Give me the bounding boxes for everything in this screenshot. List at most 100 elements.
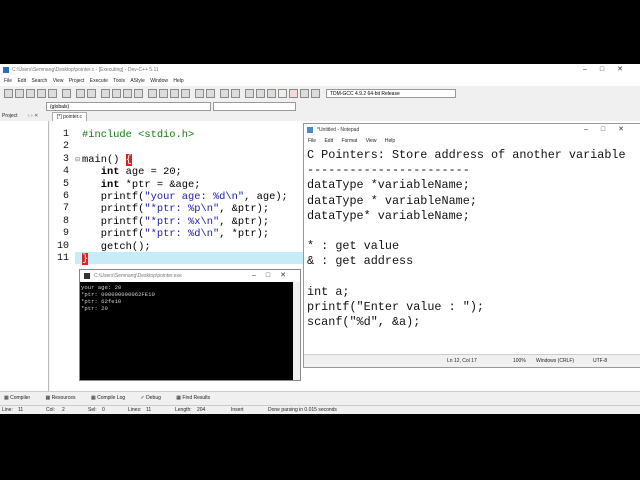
console-line: *ptr: 000000000062FE10	[81, 291, 155, 298]
line-number: 7	[62, 203, 69, 215]
console-titlebar[interactable]: C:\Users\Semnang\Desktop\pointer.exe –□✕	[80, 270, 300, 282]
compile-run-icon[interactable]	[267, 89, 276, 98]
panel-scroll-icon[interactable]: ‹ › ✕	[28, 112, 38, 121]
line-number: 10	[56, 240, 69, 252]
notepad-line: int a;	[307, 284, 350, 299]
status-lines-label: Lines:	[128, 407, 142, 413]
code-line-8: printf("*ptr: %x\n", &ptr);	[82, 215, 270, 228]
tab-find-results[interactable]: ▦ Find Results	[176, 392, 210, 404]
notepad-titlebar[interactable]: *Untitled - Notepad –□✕	[304, 124, 640, 136]
notepad-statusbar: Ln 12, Col 17 100% Windows (CRLF) UTF-8	[304, 354, 640, 367]
code-line-5: int *ptr = &age;	[100, 178, 201, 191]
run-icon[interactable]	[256, 89, 265, 98]
replace-icon[interactable]	[112, 89, 121, 98]
check-icon[interactable]	[278, 89, 287, 98]
console-scrollbar[interactable]	[293, 282, 300, 380]
tab-compiler[interactable]: ▦ Compiler	[4, 392, 30, 404]
toggle-bookmark-icon[interactable]	[220, 89, 229, 98]
tab-debug[interactable]: ✓ Debug	[141, 392, 161, 404]
menu-astyle[interactable]: AStyle	[130, 76, 144, 86]
find-next-icon[interactable]	[123, 89, 132, 98]
console-output: your age: 20 *ptr: 000000000062FE10 *ptr: …	[81, 284, 155, 312]
status-length-label: Length:	[175, 407, 192, 413]
notepad-menu-view[interactable]: View	[366, 136, 377, 147]
project-panel[interactable]	[0, 121, 49, 391]
notepad-menu-file[interactable]: File	[308, 136, 316, 147]
scope-select[interactable]: (globals)	[46, 102, 211, 111]
menu-project[interactable]: Project	[69, 76, 85, 86]
notepad-line: * : get value	[307, 239, 400, 254]
console-window-controls[interactable]: –□✕	[252, 270, 296, 282]
code-line-6: printf("your age: %d\n", age);	[82, 191, 288, 203]
notepad-line: dataType* variableName;	[307, 208, 470, 223]
console-window[interactable]: C:\Users\Semnang\Desktop\pointer.exe –□✕…	[79, 269, 301, 381]
class-icon[interactable]	[181, 89, 190, 98]
tab-project[interactable]: Project	[2, 112, 18, 121]
notepad-line: printf("Enter value : ");	[307, 300, 484, 314]
compile-icon[interactable]	[245, 89, 254, 98]
status-sel: 0	[102, 407, 105, 413]
save-icon[interactable]	[26, 89, 35, 98]
notepad-line	[307, 224, 626, 239]
debug-icon[interactable]	[300, 89, 309, 98]
notepad-menu-edit[interactable]: Edit	[324, 136, 333, 147]
menu-search[interactable]: Search	[31, 76, 47, 86]
member-select[interactable]	[213, 102, 296, 111]
stop-execution-icon[interactable]	[289, 89, 298, 98]
bottom-panel-tabs: ▦ Compiler ▦ Resources ▦ Compile Log ✓ D…	[0, 391, 640, 404]
tab-resources[interactable]: ▦ Resources	[46, 392, 76, 404]
status-lines: 11	[146, 407, 152, 413]
notepad-title: *Untitled - Notepad	[317, 127, 360, 133]
open-icon[interactable]	[15, 89, 24, 98]
menu-execute[interactable]: Execute	[90, 76, 108, 86]
notepad-line: & : get address	[307, 254, 414, 269]
notepad-window-controls[interactable]: –□✕	[584, 124, 637, 136]
save-all-icon[interactable]	[37, 89, 46, 98]
indent-icon[interactable]	[195, 89, 204, 98]
compiler-select[interactable]: TDM-GCC 4.9.2 64-bit Release	[326, 89, 456, 98]
line-number: 5	[62, 178, 69, 190]
notepad-text-area[interactable]: C Pointers: Store address of another var…	[307, 148, 626, 330]
line-number: 11	[56, 253, 69, 264]
line-number: 4	[62, 166, 69, 178]
window-controls[interactable]: –□✕	[583, 64, 636, 76]
notepad-line: dataType *variableName;	[307, 178, 470, 193]
line-number: 9	[62, 228, 69, 240]
code-line-11: }	[82, 253, 89, 265]
console-app-icon	[84, 273, 90, 279]
line-number: 2	[62, 141, 69, 153]
main-toolbar: TDM-GCC 4.9.2 64-bit Release	[0, 86, 640, 100]
menu-view[interactable]: View	[53, 76, 64, 86]
goto-icon[interactable]	[134, 89, 143, 98]
status-message: Done parsing in 0.015 seconds	[268, 407, 337, 413]
code-line-4: int age = 20;	[100, 166, 182, 179]
open-project-icon[interactable]	[159, 89, 168, 98]
tab-compile-log[interactable]: ▦ Compile Log	[91, 392, 125, 404]
fold-marker-icon[interactable]: ⊟	[75, 156, 80, 163]
panel-tabs: Project ‹ › ✕ [*] pointer.c	[0, 112, 640, 122]
menu-help[interactable]: Help	[173, 76, 183, 86]
new-file-icon[interactable]	[4, 89, 13, 98]
menu-edit[interactable]: Edit	[17, 76, 26, 86]
unindent-icon[interactable]	[206, 89, 215, 98]
notepad-line: -----------------------	[307, 163, 470, 178]
close-file-icon[interactable]	[48, 89, 57, 98]
find-icon[interactable]	[101, 89, 110, 98]
goto-bookmark-icon[interactable]	[231, 89, 240, 98]
redo-icon[interactable]	[87, 89, 96, 98]
notepad-line: scanf("%d", &a);	[307, 315, 421, 330]
project-options-icon[interactable]	[170, 89, 179, 98]
undo-icon[interactable]	[76, 89, 85, 98]
new-project-icon[interactable]	[148, 89, 157, 98]
menu-window[interactable]: Window	[150, 76, 168, 86]
notepad-window[interactable]: *Untitled - Notepad –□✕ File Edit Format…	[303, 123, 640, 368]
notepad-menu-help[interactable]: Help	[385, 136, 395, 147]
notepad-menu-format[interactable]: Format	[341, 136, 357, 147]
devcpp-titlebar[interactable]: C:\Users\Semnang\Desktop\pointer.c - [Ex…	[0, 64, 640, 76]
menu-file[interactable]: File	[4, 76, 12, 86]
code-line-9: printf("*ptr: %d\n", *ptr);	[82, 228, 270, 241]
profile-icon[interactable]	[311, 89, 320, 98]
status-line-label: Line:	[2, 407, 13, 413]
print-icon[interactable]	[62, 89, 71, 98]
menu-tools[interactable]: Tools	[113, 76, 125, 86]
